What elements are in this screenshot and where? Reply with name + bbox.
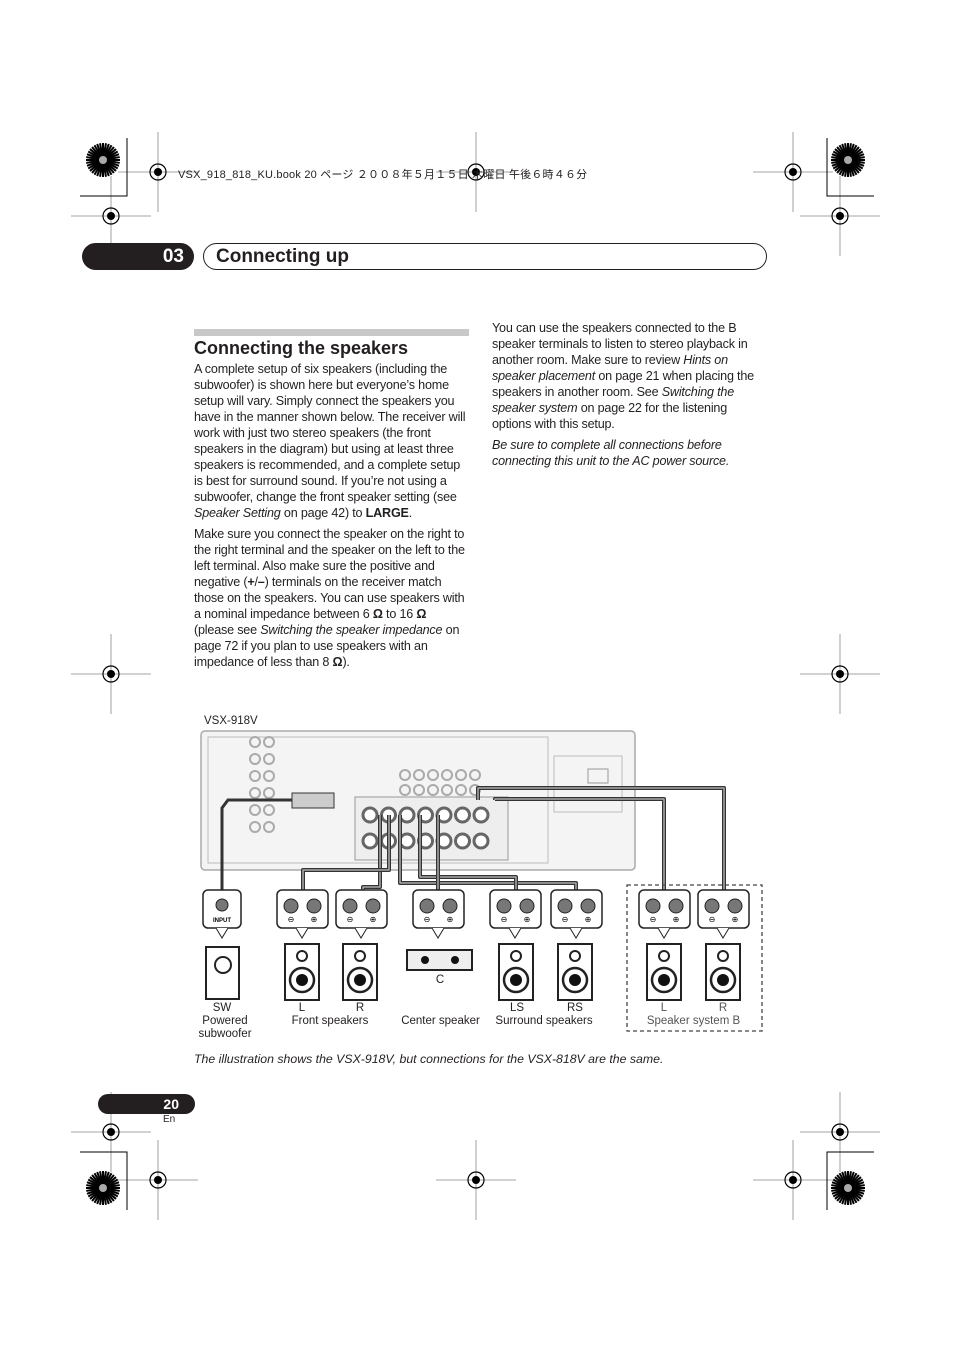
negative-terminal [704,898,720,914]
label-ls: LS [509,1002,525,1014]
label-speaker-system-b: Speaker system B [646,1015,741,1027]
figure-caption: The illustration shows the VSX-918V, but… [194,1052,664,1066]
minus-sign: ⊖ [709,915,716,924]
language-code: En [163,1114,176,1125]
callout-pointer [295,927,309,939]
sw-input-label: INPUT [213,918,231,924]
plus-sign: ⊕ [673,915,680,924]
speaker-connection-diagram: ⊖ ⊕ ⊖ ⊕ ⊖ ⊕ ⊖ ⊕ ⊖ ⊕ ⊖ ⊕ ⊖ ⊕ INPUT [200,730,763,1032]
plus-sign: ⊕ [447,915,454,924]
callout-pointer [657,927,671,939]
negative-terminal [283,898,299,914]
callout-pointer [431,927,445,939]
negative-terminal [496,898,512,914]
woofer-cone [510,974,522,986]
page-number: 20 [98,1094,195,1114]
woofer-cone [354,974,366,986]
minus-sign: ⊖ [288,915,295,924]
woofer-cone [658,974,670,986]
positive-terminal [442,898,458,914]
negative-terminal [645,898,661,914]
callout-pointer [354,927,368,939]
plus-sign: ⊕ [370,915,377,924]
subwoofer-pre-out-jack [291,792,335,809]
center-driver [451,956,459,964]
label-b-l: L [660,1002,668,1014]
speaker-terminal-negative [361,832,379,850]
manual-page: VSX_918_818_KU.book 20 ページ ２００８年５月１５日 木曜… [0,0,954,1351]
callout-pointer [716,927,730,939]
label-rs: RS [567,1002,583,1014]
callout-pointer [569,927,583,939]
speaker-terminal-positive [454,806,471,824]
woofer-cone [296,974,308,986]
positive-terminal [727,898,743,914]
speaker-terminal-negative [472,832,490,850]
label-surround-speakers: Surround speakers [495,1015,593,1027]
minus-sign: ⊖ [650,915,657,924]
minus-sign: ⊖ [424,915,431,924]
label-b-r: R [718,1002,728,1014]
positive-terminal [519,898,535,914]
negative-terminal [419,898,435,914]
center-speaker-cabinet [406,949,473,971]
speaker-terminal-panel [354,796,509,861]
speaker-terminal-positive [361,806,379,824]
plus-sign: ⊕ [732,915,739,924]
minus-sign: ⊖ [347,915,354,924]
callout-pointer [508,927,522,939]
woofer-cone [569,974,581,986]
minus-sign: ⊖ [562,915,569,924]
positive-terminal [365,898,381,914]
speaker-terminal-positive [398,806,416,824]
label-front-l: L [298,1002,306,1014]
speaker-terminal-positive [472,806,490,824]
plus-sign: ⊕ [524,915,531,924]
positive-terminal [580,898,596,914]
plus-sign: ⊕ [311,915,318,924]
negative-terminal [342,898,358,914]
label-c: C [435,974,445,986]
positive-terminal [668,898,684,914]
plus-sign: ⊕ [585,915,592,924]
minus-sign: ⊖ [501,915,508,924]
woofer-cone [717,974,729,986]
label-front-r: R [355,1002,365,1014]
label-front-speakers: Front speakers [291,1015,369,1027]
speaker-terminal-negative [454,832,471,850]
speaker-terminal-negative [398,832,416,850]
sw-input-jack [215,898,229,912]
negative-terminal [557,898,573,914]
center-driver [421,956,429,964]
positive-terminal [306,898,322,914]
label-center-speaker: Center speaker [401,1015,480,1027]
label-sw: SW [212,1002,232,1014]
callout-pointer [215,927,229,939]
label-powered-subwoofer: Powered subwoofer [198,1015,252,1040]
